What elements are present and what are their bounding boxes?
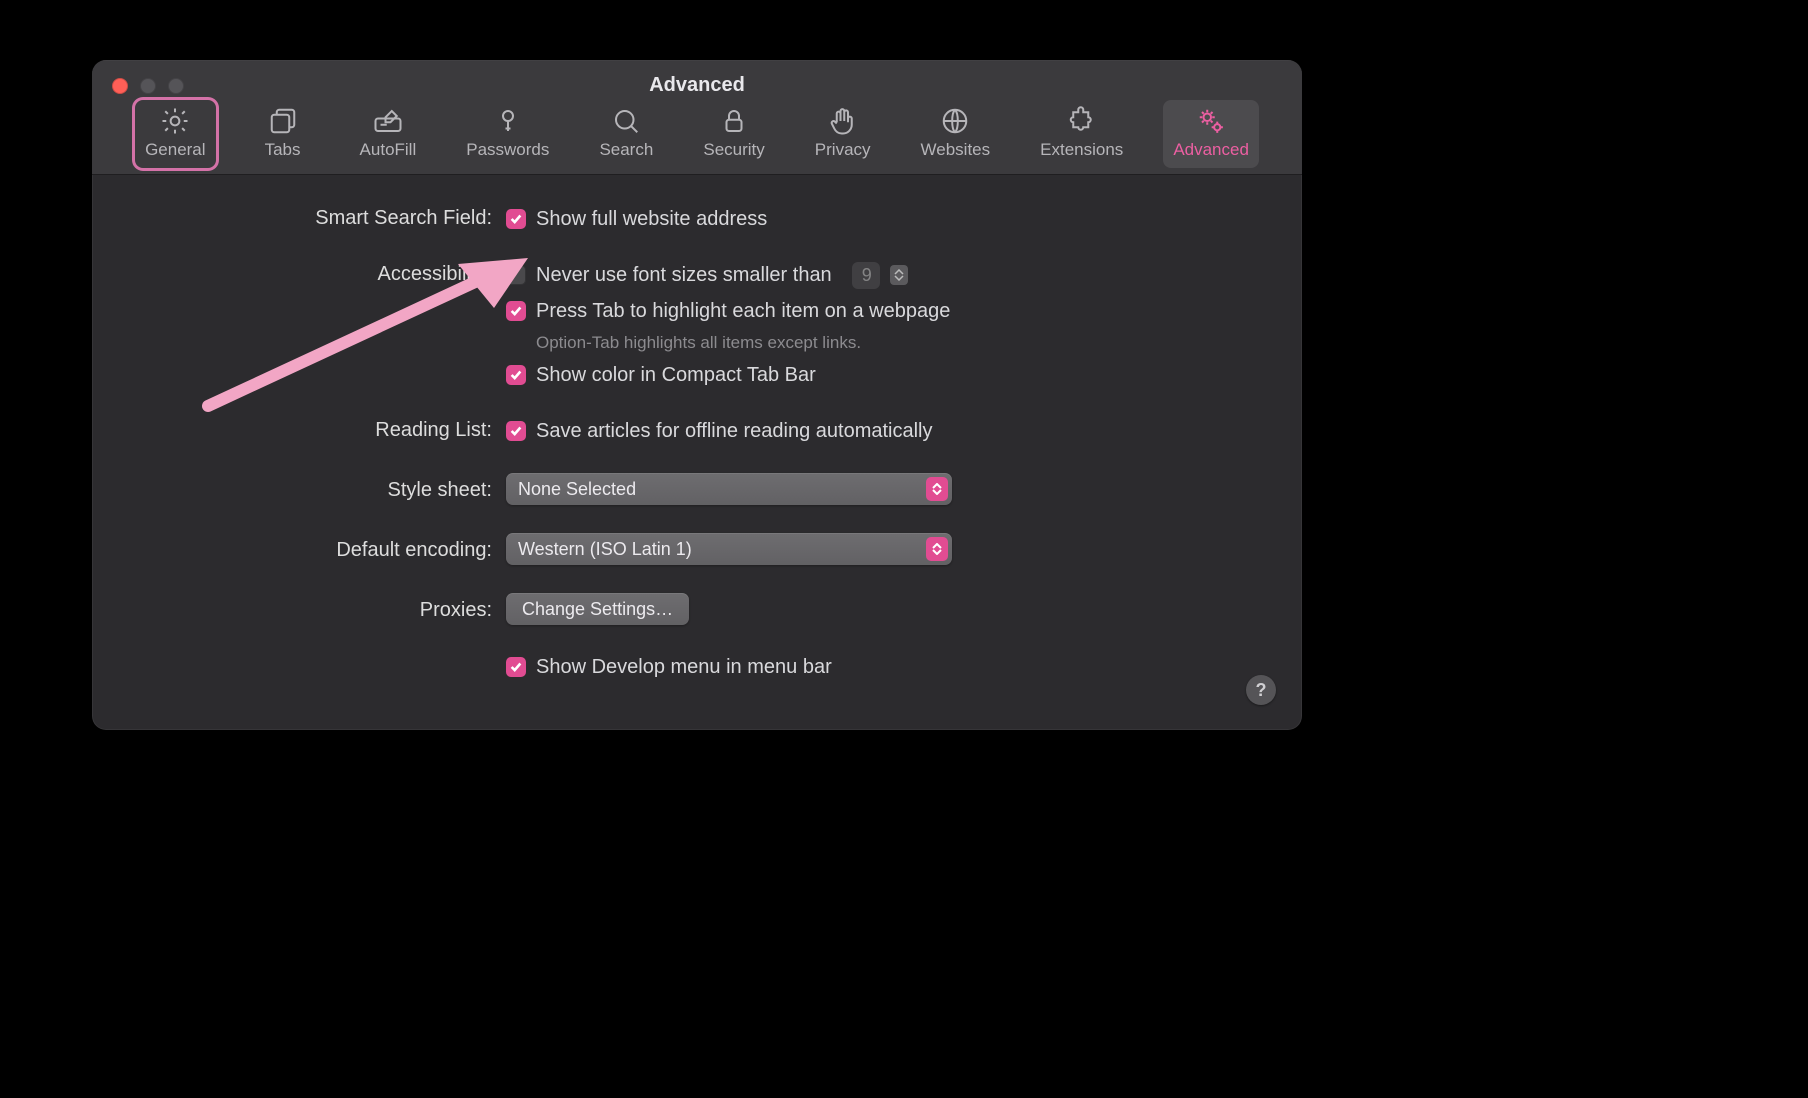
encoding-label: Default encoding: bbox=[132, 533, 506, 562]
encoding-select[interactable]: Western (ISO Latin 1) bbox=[506, 533, 952, 565]
save-offline-checkbox[interactable] bbox=[506, 421, 526, 441]
tab-websites[interactable]: Websites bbox=[911, 100, 1001, 168]
min-font-size-field[interactable]: 9 bbox=[852, 262, 880, 289]
tab-privacy[interactable]: Privacy bbox=[805, 100, 881, 168]
tab-search[interactable]: Search bbox=[589, 100, 663, 168]
tab-security[interactable]: Security bbox=[693, 100, 774, 168]
tab-label: Extensions bbox=[1040, 140, 1123, 160]
preferences-window: Advanced General Tabs AutoFill bbox=[92, 60, 1302, 730]
tab-label: Search bbox=[599, 140, 653, 160]
hand-icon bbox=[828, 106, 858, 136]
min-font-size-value: 9 bbox=[862, 265, 872, 286]
tabs-icon bbox=[268, 106, 298, 136]
show-color-label: Show color in Compact Tab Bar bbox=[536, 364, 816, 387]
tab-label: Advanced bbox=[1173, 140, 1249, 160]
change-settings-button[interactable]: Change Settings… bbox=[506, 593, 689, 625]
press-tab-label: Press Tab to highlight each item on a we… bbox=[536, 300, 950, 323]
lock-icon bbox=[719, 106, 749, 136]
encoding-value: Western (ISO Latin 1) bbox=[518, 539, 692, 560]
globe-icon bbox=[940, 106, 970, 136]
tab-extensions[interactable]: Extensions bbox=[1030, 100, 1133, 168]
chevron-updown-icon bbox=[926, 477, 948, 501]
tab-tabs[interactable]: Tabs bbox=[246, 100, 320, 168]
chevron-updown-icon bbox=[926, 537, 948, 561]
tab-label: AutoFill bbox=[360, 140, 417, 160]
min-font-size-stepper[interactable] bbox=[890, 265, 908, 285]
puzzle-icon bbox=[1067, 106, 1097, 136]
help-button[interactable]: ? bbox=[1246, 675, 1276, 705]
change-settings-label: Change Settings… bbox=[522, 599, 673, 620]
help-label: ? bbox=[1256, 680, 1267, 701]
search-icon bbox=[611, 106, 641, 136]
press-tab-checkbox[interactable] bbox=[506, 301, 526, 321]
show-color-checkbox[interactable] bbox=[506, 365, 526, 385]
tab-advanced[interactable]: Advanced bbox=[1163, 100, 1259, 168]
show-develop-checkbox[interactable] bbox=[506, 657, 526, 677]
tab-label: Websites bbox=[921, 140, 991, 160]
accessibility-label: Accessibility: bbox=[132, 261, 506, 286]
key-icon bbox=[493, 106, 523, 136]
titlebar: Advanced General Tabs AutoFill bbox=[92, 60, 1302, 175]
save-offline-label: Save articles for offline reading automa… bbox=[536, 420, 933, 443]
advanced-pane: Smart Search Field: Show full website ad… bbox=[92, 175, 1302, 730]
stylesheet-select[interactable]: None Selected bbox=[506, 473, 952, 505]
preferences-toolbar: General Tabs AutoFill Passwords bbox=[92, 100, 1302, 168]
proxies-label: Proxies: bbox=[132, 593, 506, 622]
never-use-font-checkbox[interactable] bbox=[506, 265, 526, 285]
tab-label: General bbox=[145, 140, 205, 160]
show-develop-label: Show Develop menu in menu bar bbox=[536, 656, 832, 679]
tab-label: Passwords bbox=[466, 140, 549, 160]
tab-label: Security bbox=[703, 140, 764, 160]
reading-list-label: Reading List: bbox=[132, 417, 506, 442]
pencil-field-icon bbox=[373, 106, 403, 136]
tab-label: Privacy bbox=[815, 140, 871, 160]
tab-general[interactable]: General bbox=[135, 100, 215, 168]
gears-icon bbox=[1196, 106, 1226, 136]
press-tab-hint: Option-Tab highlights all items except l… bbox=[506, 333, 1262, 353]
stylesheet-value: None Selected bbox=[518, 479, 636, 500]
tab-label: Tabs bbox=[265, 140, 301, 160]
gear-icon bbox=[160, 106, 190, 136]
tab-autofill[interactable]: AutoFill bbox=[350, 100, 427, 168]
window-title: Advanced bbox=[92, 74, 1302, 97]
tab-passwords[interactable]: Passwords bbox=[456, 100, 559, 168]
smart-search-label: Smart Search Field: bbox=[132, 205, 506, 230]
show-full-address-checkbox[interactable] bbox=[506, 209, 526, 229]
show-full-address-label: Show full website address bbox=[536, 208, 767, 231]
stylesheet-label: Style sheet: bbox=[132, 473, 506, 502]
never-use-font-label: Never use font sizes smaller than bbox=[536, 264, 832, 287]
